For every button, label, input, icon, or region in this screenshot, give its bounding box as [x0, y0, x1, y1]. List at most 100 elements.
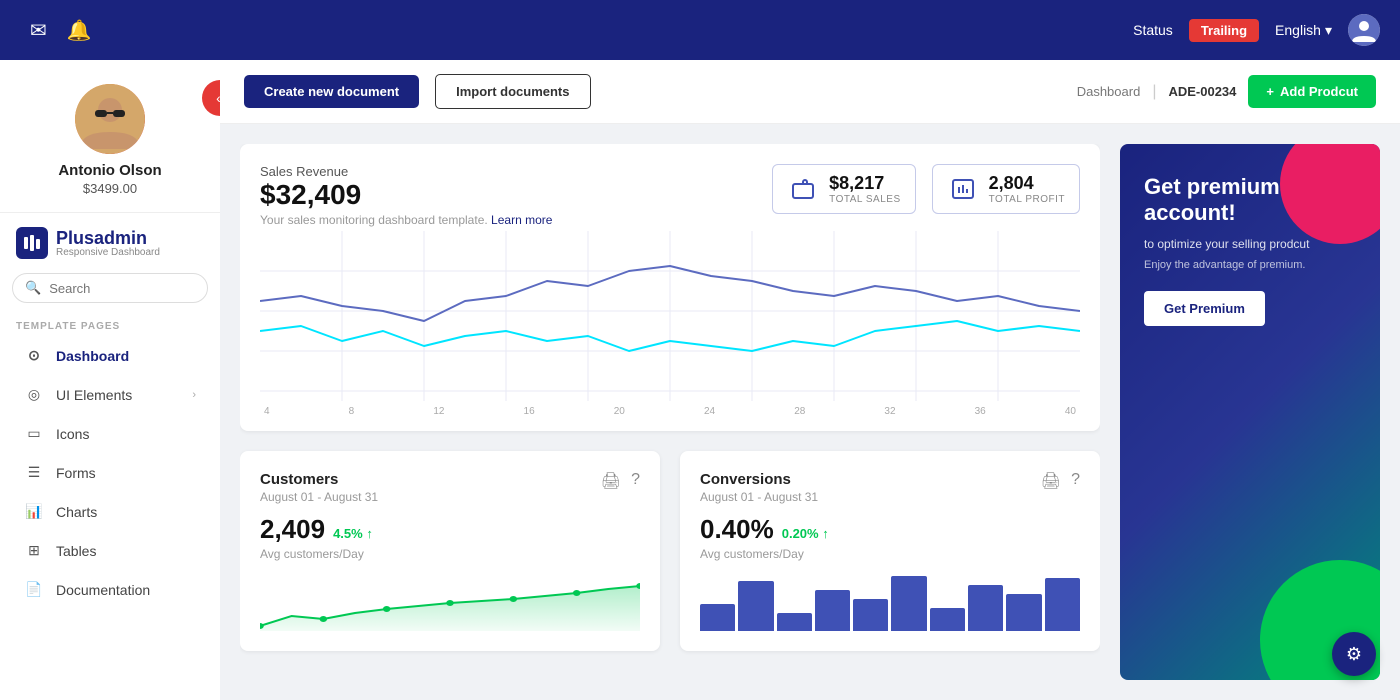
customers-value-group: 2,409 4.5% ↑ [260, 514, 640, 545]
sidebar-item-documentation[interactable]: 📄 Documentation [8, 571, 212, 608]
learn-more-link[interactable]: Learn more [491, 213, 552, 227]
customers-change: 4.5% ↑ [333, 526, 373, 541]
mini-bar [1006, 594, 1041, 631]
profile-name: Antonio Olson [58, 162, 161, 179]
total-profit-box: 2,804 TOTAL PROFIT [932, 164, 1080, 214]
customers-card-info: Customers August 01 - August 31 [260, 471, 378, 504]
sidebar-item-label: Documentation [56, 582, 150, 598]
customers-card-header: Customers August 01 - August 31 🖨 ? [260, 471, 640, 504]
conversions-card-info: Conversions August 01 - August 31 [700, 471, 818, 504]
charts-icon: 📊 [24, 503, 44, 520]
logo-subtitle: Responsive Dashboard [56, 247, 160, 258]
conversions-change: 0.20% ↑ [782, 526, 829, 541]
total-sales-info: $8,217 TOTAL SALES [829, 173, 900, 205]
sales-header: Sales Revenue $32,409 Your sales monitor… [260, 164, 1080, 227]
search-box[interactable]: 🔍 [12, 273, 208, 303]
breadcrumb-id: ADE-00234 [1168, 84, 1236, 99]
help-icon[interactable]: ? [1071, 471, 1080, 491]
sub-header-right: Dashboard | ADE-00234 + Add Prodcut [1077, 75, 1376, 108]
sidebar-item-icons[interactable]: ▭ Icons [8, 415, 212, 452]
sidebar-item-label: Icons [56, 426, 89, 442]
import-documents-button[interactable]: Import documents [435, 74, 590, 109]
bottom-cards-row: Customers August 01 - August 31 🖨 ? 2,40… [240, 451, 1100, 651]
create-document-button[interactable]: Create new document [244, 75, 419, 108]
chart-label: 40 [1065, 406, 1076, 417]
chart-label: 32 [884, 406, 895, 417]
mini-bar [700, 604, 735, 632]
chart-label: 24 [704, 406, 715, 417]
customers-card-actions: 🖨 ? [601, 471, 640, 491]
total-sales-icon [787, 173, 819, 205]
total-sales-box: $8,217 TOTAL SALES [772, 164, 915, 214]
premium-tagline: Enjoy the advantage of premium. [1144, 259, 1356, 271]
print-icon[interactable]: 🖨 [601, 471, 621, 491]
chart-label: 36 [975, 406, 986, 417]
gear-button[interactable]: ⚙ [1332, 632, 1376, 676]
customers-title: Customers [260, 471, 378, 488]
sub-header: Create new document Import documents Das… [220, 60, 1400, 124]
mail-icon[interactable]: ✉ [30, 18, 47, 43]
sidebar-item-forms[interactable]: ☰ Forms [8, 454, 212, 491]
ui-elements-icon: ◎ [24, 386, 44, 403]
breadcrumb-home: Dashboard [1077, 84, 1141, 99]
chart-x-labels: 4 8 12 16 20 24 28 32 36 40 [260, 406, 1080, 417]
total-profit-info: 2,804 TOTAL PROFIT [989, 173, 1065, 205]
conversions-sub-label: Avg customers/Day [700, 547, 1080, 561]
conversions-card: Conversions August 01 - August 31 🖨 ? 0.… [680, 451, 1100, 651]
stat-boxes: $8,217 TOTAL SALES [772, 164, 1080, 214]
chevron-down-icon: ▾ [1325, 22, 1332, 39]
documentation-icon: 📄 [24, 581, 44, 598]
search-input[interactable] [49, 281, 195, 296]
get-premium-button[interactable]: Get Premium [1144, 291, 1265, 326]
add-product-button[interactable]: + Add Prodcut [1248, 75, 1376, 108]
mini-bar [853, 599, 888, 631]
top-navbar: ✉ 🔔 Status Trailing English ▾ [0, 0, 1400, 60]
total-profit-icon [947, 173, 979, 205]
language-label: English [1275, 22, 1321, 38]
customers-value: 2,409 [260, 514, 325, 545]
total-profit-label: TOTAL PROFIT [989, 194, 1065, 205]
total-sales-value: $8,217 [829, 173, 900, 194]
premium-title: Get premium account! [1144, 174, 1356, 227]
mini-bar [777, 613, 812, 631]
language-selector[interactable]: English ▾ [1275, 22, 1332, 39]
main-content-area: Create new document Import documents Das… [220, 60, 1400, 700]
sales-amount: $32,409 [260, 179, 552, 211]
status-label: Status [1133, 22, 1173, 38]
bell-icon[interactable]: 🔔 [67, 18, 92, 43]
print-icon[interactable]: 🖨 [1041, 471, 1061, 491]
premium-subtitle: to optimize your selling prodcut [1144, 237, 1356, 251]
sidebar-logo: Plusadmin Responsive Dashboard [0, 213, 220, 273]
sidebar-item-dashboard[interactable]: ⊙ Dashboard [8, 337, 212, 374]
logo-name: Plusadmin [56, 228, 160, 249]
sidebar-item-label: Tables [56, 543, 96, 559]
dashboard-icon: ⊙ [24, 347, 44, 364]
add-icon: + [1266, 84, 1274, 99]
tables-icon: ⊞ [24, 542, 44, 559]
chart-label: 4 [264, 406, 270, 417]
sidebar-item-charts[interactable]: 📊 Charts [8, 493, 212, 530]
mini-bar [1045, 578, 1080, 631]
sales-chart: 4 8 12 16 20 24 28 32 36 40 [260, 231, 1080, 411]
customers-sub-label: Avg customers/Day [260, 547, 640, 561]
sales-description: Your sales monitoring dashboard template… [260, 213, 552, 227]
customers-mini-chart [260, 571, 640, 631]
sidebar-item-tables[interactable]: ⊞ Tables [8, 532, 212, 569]
user-avatar[interactable] [1348, 14, 1380, 46]
chart-label: 20 [614, 406, 625, 417]
logo-icon [16, 227, 48, 259]
forms-icon: ☰ [24, 464, 44, 481]
navbar-right: Status Trailing English ▾ [1133, 14, 1380, 46]
customers-card: Customers August 01 - August 31 🖨 ? 2,40… [240, 451, 660, 651]
conversions-date: August 01 - August 31 [700, 490, 818, 504]
profile-avatar-svg [75, 84, 145, 154]
chart-label: 12 [433, 406, 444, 417]
help-icon[interactable]: ? [631, 471, 640, 491]
search-icon: 🔍 [25, 280, 41, 296]
chart-label: 16 [524, 406, 535, 417]
chart-label: 28 [794, 406, 805, 417]
sales-revenue-card: Sales Revenue $32,409 Your sales monitor… [240, 144, 1100, 431]
sidebar-item-ui-elements[interactable]: ◎ UI Elements › [8, 376, 212, 413]
customers-date: August 01 - August 31 [260, 490, 378, 504]
breadcrumb-separator: | [1152, 83, 1156, 101]
